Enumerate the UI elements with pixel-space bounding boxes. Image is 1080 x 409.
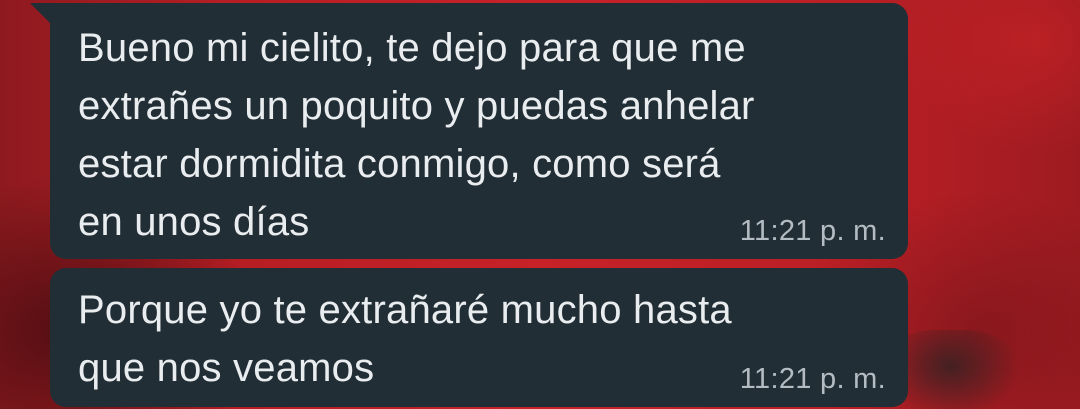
incoming-message-bubble[interactable]: Bueno mi cielito, te dejo para que me ex…: [50, 3, 908, 259]
message-timestamp: 11:21 p. m.: [739, 215, 886, 247]
message-timestamp: 11:21 p. m.: [739, 363, 886, 395]
bubble-tail: [30, 3, 52, 25]
chat-area[interactable]: Bueno mi cielito, te dejo para que me ex…: [0, 0, 1080, 409]
incoming-message-bubble[interactable]: Porque yo te extrañaré mucho hasta que n…: [50, 268, 908, 407]
